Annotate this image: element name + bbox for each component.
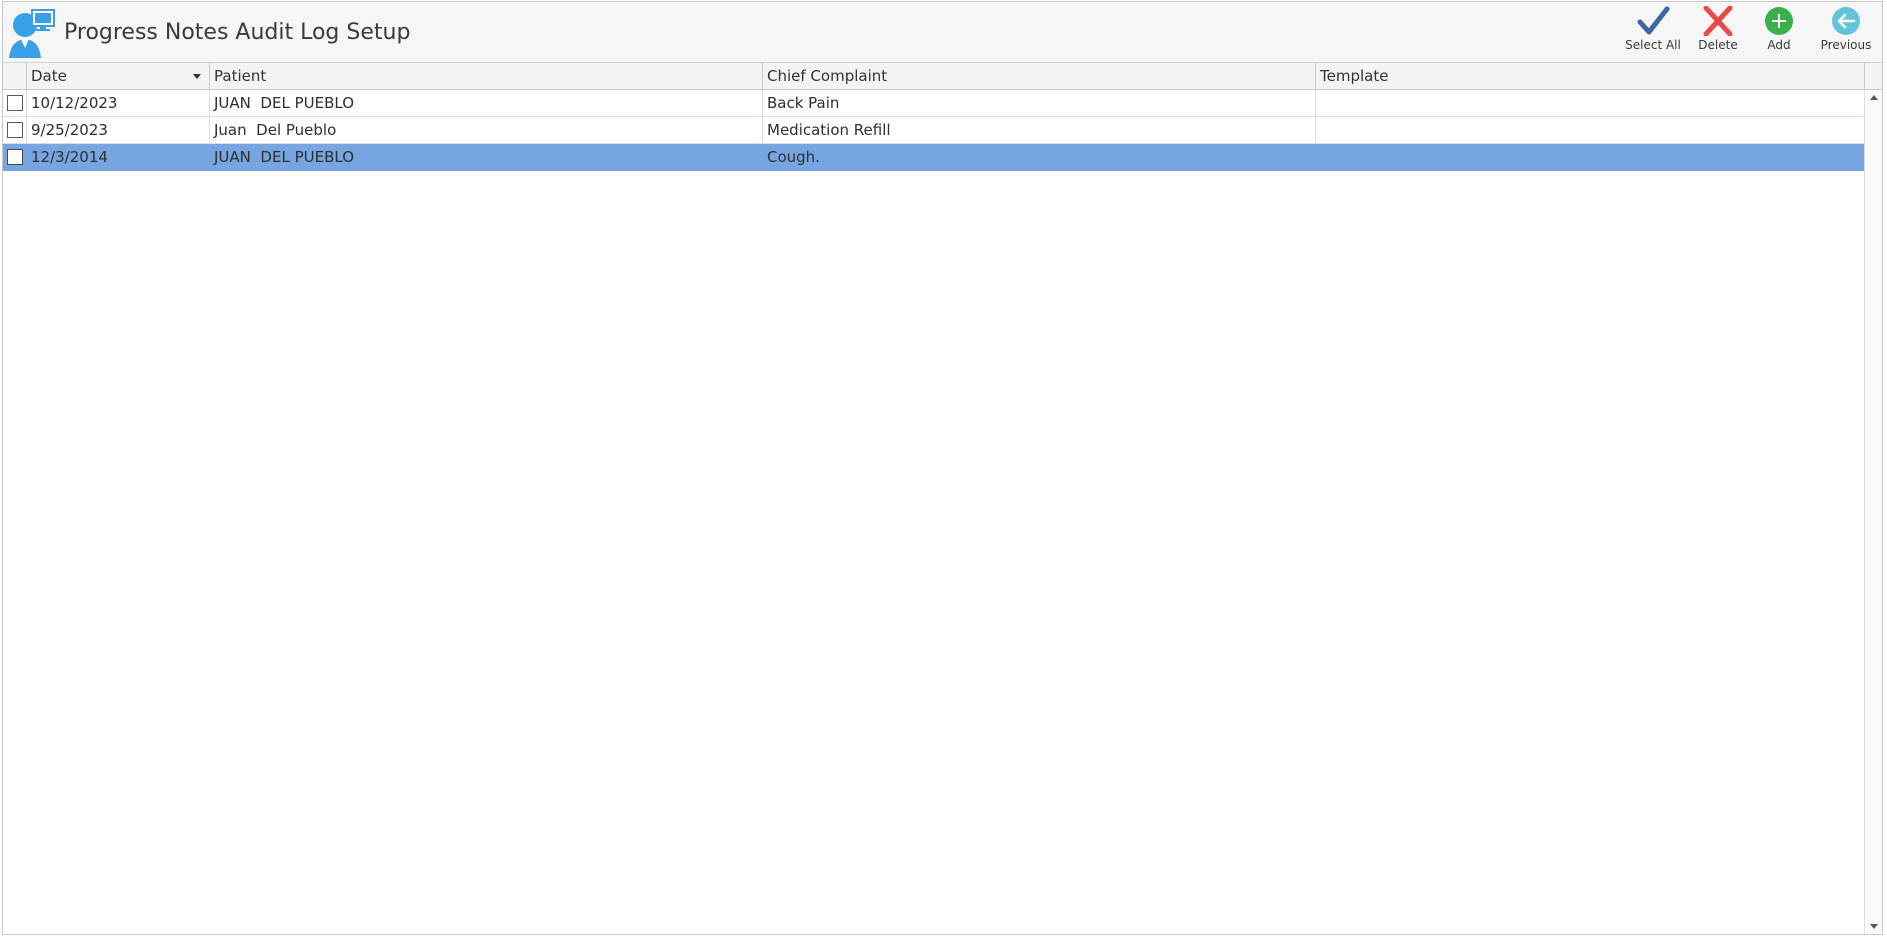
chief-complaint-cell: Back Pain bbox=[767, 94, 840, 112]
previous-label: Previous bbox=[1820, 38, 1872, 52]
vertical-scrollbar[interactable] bbox=[1864, 90, 1882, 934]
template-cell bbox=[1316, 90, 1864, 116]
arrow-left-circle-icon bbox=[1832, 7, 1860, 35]
column-header-template[interactable]: Template bbox=[1316, 63, 1869, 89]
table-row[interactable]: 10/12/2023 JUAN DEL PUEBLO Back Pain bbox=[3, 90, 1864, 117]
date-cell: 10/12/2023 bbox=[31, 94, 118, 112]
checkbox-column-header bbox=[3, 63, 27, 89]
sort-descending-icon[interactable] bbox=[193, 74, 201, 79]
window: Progress Notes Audit Log Setup Select Al… bbox=[2, 1, 1883, 935]
add-label: Add bbox=[1767, 38, 1791, 52]
row-checkbox[interactable] bbox=[7, 122, 23, 138]
delete-button[interactable]: Delete bbox=[1693, 6, 1743, 60]
delete-label: Delete bbox=[1698, 38, 1738, 52]
checkmark-icon bbox=[1637, 6, 1670, 35]
chief-complaint-cell: Cough. bbox=[767, 148, 820, 166]
previous-button[interactable]: Previous bbox=[1819, 6, 1873, 60]
table-row[interactable]: 9/25/2023 Juan Del Pueblo Medication Ref… bbox=[3, 117, 1864, 144]
column-header-patient-label: Patient bbox=[214, 67, 267, 85]
title-bar: Progress Notes Audit Log Setup Select Al… bbox=[3, 2, 1882, 63]
column-header-date-label: Date bbox=[31, 67, 67, 85]
template-cell bbox=[1316, 117, 1864, 143]
row-checkbox[interactable] bbox=[7, 95, 23, 111]
table-row-selected[interactable]: 12/3/2014 JUAN DEL PUEBLO Cough. bbox=[3, 144, 1864, 171]
select-all-label: Select All bbox=[1625, 38, 1681, 52]
select-all-button[interactable]: Select All bbox=[1623, 6, 1683, 60]
chief-complaint-cell: Medication Refill bbox=[767, 121, 891, 139]
template-cell bbox=[1316, 144, 1864, 170]
date-cell: 9/25/2023 bbox=[31, 121, 108, 139]
patient-cell: Juan Del Pueblo bbox=[214, 121, 337, 139]
add-button[interactable]: Add bbox=[1754, 6, 1804, 60]
close-icon bbox=[1703, 6, 1733, 36]
user-computer-icon bbox=[9, 9, 55, 58]
date-cell: 12/3/2014 bbox=[31, 148, 108, 166]
column-header-date[interactable]: Date bbox=[27, 63, 210, 89]
row-checkbox[interactable] bbox=[7, 149, 23, 165]
header-corner bbox=[1864, 63, 1882, 89]
plus-circle-icon bbox=[1765, 7, 1793, 35]
column-header-chief-complaint[interactable]: Chief Complaint bbox=[763, 63, 1316, 89]
scroll-down-icon[interactable] bbox=[1870, 924, 1878, 929]
patient-cell: JUAN DEL PUEBLO bbox=[214, 94, 354, 112]
patient-cell: JUAN DEL PUEBLO bbox=[214, 148, 354, 166]
page-title: Progress Notes Audit Log Setup bbox=[64, 20, 411, 45]
grid-header: Date Patient Chief Complaint Template bbox=[3, 63, 1882, 90]
scroll-up-icon[interactable] bbox=[1870, 95, 1878, 100]
column-header-patient[interactable]: Patient bbox=[210, 63, 763, 89]
audit-log-grid: Date Patient Chief Complaint Template 10… bbox=[3, 63, 1882, 934]
column-header-chief-complaint-label: Chief Complaint bbox=[767, 67, 888, 85]
column-header-template-label: Template bbox=[1320, 67, 1389, 85]
